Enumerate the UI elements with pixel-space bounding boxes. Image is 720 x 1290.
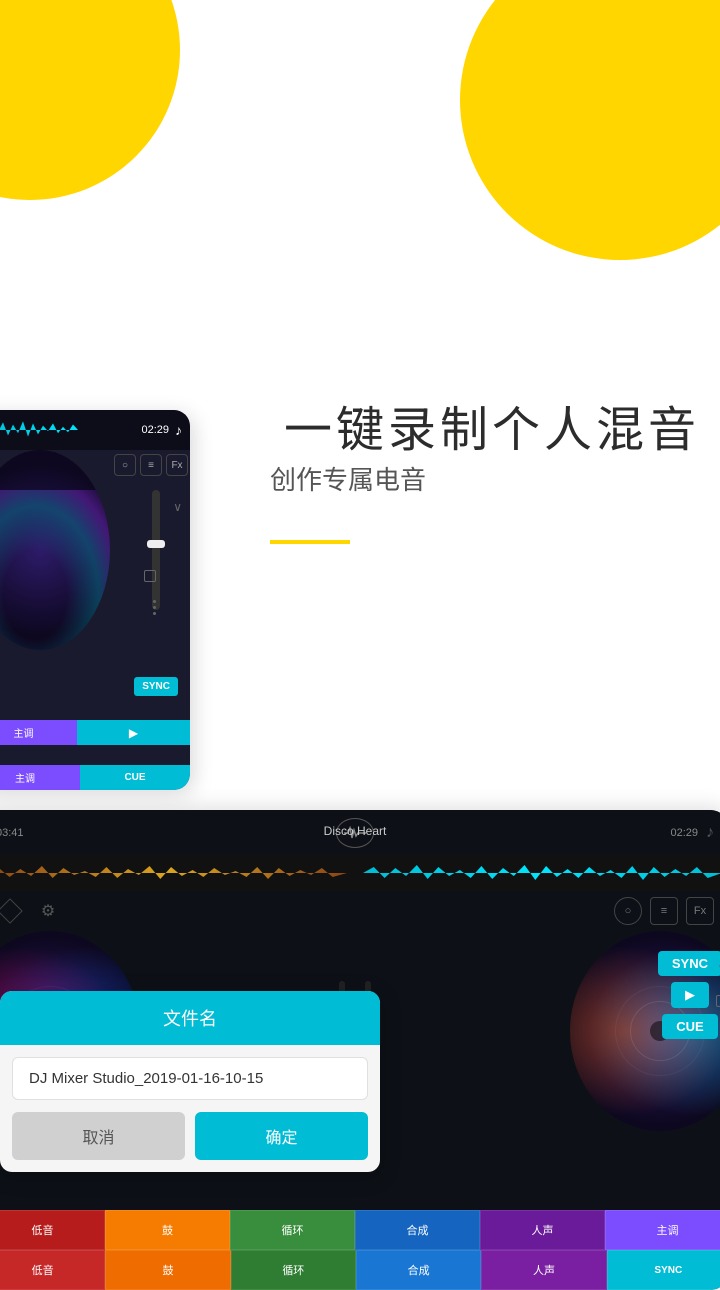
yellow-line-divider [270, 540, 350, 544]
subtitle-text: 创作专属电音 [270, 460, 426, 497]
effect-baixyin-2[interactable]: 低音 [0, 1250, 105, 1290]
device-top: 02:29 ♪ ○ ≡ Fx ∨ [0, 410, 190, 790]
controls-right-top: ○ ≡ Fx [116, 454, 186, 476]
side-handle-top [153, 600, 156, 615]
time-right-bottom: 02:29 [670, 827, 698, 839]
song-name: Disco Heart [324, 824, 387, 838]
top-blob-left [0, 0, 180, 200]
dialog-buttons: 取消 确定 [12, 1112, 368, 1160]
sync-effect-btn[interactable]: SYNC [607, 1250, 720, 1290]
dialog-title: 文件名 [0, 991, 380, 1045]
right-icons-group: ○ ≡ Fx [614, 897, 714, 925]
circle-icon-bottom[interactable]: ○ [614, 897, 642, 925]
confirm-button[interactable]: 确定 [195, 1112, 368, 1160]
effect-rensheng-2[interactable]: 人声 [481, 1250, 606, 1290]
effect-rensheng-1[interactable]: 人声 [480, 1210, 605, 1250]
bottom-controls-bar: ⚙ ○ ≡ Fx [0, 891, 720, 931]
music-note-icon-bottom: ♪ [706, 824, 714, 842]
right-effect-buttons: SYNC [607, 1250, 720, 1290]
zhudiao2-button[interactable]: 主调 [0, 765, 80, 790]
slider-thumb-top [147, 540, 165, 548]
bottom-topbar: 03:41 Disco Heart 02:29 ♪ [0, 810, 720, 855]
fx-icon-bottom[interactable]: Fx [686, 897, 714, 925]
eq-icon-bottom[interactable]: ≡ [650, 897, 678, 925]
right-edge-controls: ∨ [716, 961, 720, 1042]
volume-slider-top[interactable] [152, 490, 160, 610]
diamond-icon[interactable] [0, 897, 24, 925]
note-icon: ♪ [175, 422, 182, 438]
mixer-middle: 文件名 DJ Mixer Studio_2019-01-16-10-15 取消 … [0, 931, 720, 1151]
waveform-cyan [0, 419, 78, 441]
bottom-buttons-row1: 主调 ▶ [0, 720, 190, 745]
circle-icon-top[interactable]: ○ [114, 454, 136, 476]
device-bottom: 03:41 Disco Heart 02:29 ♪ [0, 810, 720, 1290]
effects-row-2: 低音 鼓 循环 合成 人声 SYNC [0, 1250, 720, 1290]
effect-gu-2[interactable]: 鼓 [105, 1250, 230, 1290]
effect-xunhuan-2[interactable]: 循环 [231, 1250, 356, 1290]
cancel-button[interactable]: 取消 [12, 1112, 185, 1160]
zhudiao1-button[interactable]: 主调 [0, 720, 77, 745]
turntable-top [0, 450, 110, 650]
play-button-top[interactable]: ▶ [77, 720, 190, 745]
effects-grid: 低音 鼓 循环 合成 人声 主调 低音 鼓 循环 合成 人声 SYNC [0, 1210, 720, 1290]
top-blob-right [460, 0, 720, 260]
turntable-glow [0, 490, 110, 650]
waveform-left-bottom [0, 863, 347, 883]
time-display-top: 02:29 [141, 424, 169, 436]
waveforms-bottom [0, 855, 720, 891]
square-icon-bottom[interactable] [716, 995, 720, 1007]
fx-icon-top[interactable]: Fx [166, 454, 188, 476]
waveform-top-bar: 02:29 ♪ [0, 410, 190, 450]
headline-text: 一键录制个人混音 [284, 390, 700, 460]
bottom-buttons-row2: 主调 CUE [0, 765, 190, 790]
effect-hecheng-1[interactable]: 合成 [355, 1210, 480, 1250]
square-icon-top[interactable] [144, 570, 156, 582]
cue-button-bottom[interactable]: CUE [662, 1014, 717, 1039]
eq-icon-top[interactable]: ≡ [140, 454, 162, 476]
waveform-right-bottom [363, 863, 720, 883]
effect-xunhuan-1[interactable]: 循环 [230, 1210, 355, 1250]
effect-baixyin-1[interactable]: 低音 [0, 1210, 105, 1250]
upper-section: 一键录制个人混音 创作专属电音 02:29 ♪ ○ ≡ Fx [0, 0, 720, 800]
device-bottom-inner: 03:41 Disco Heart 02:29 ♪ [0, 810, 720, 1290]
effect-hecheng-2[interactable]: 合成 [356, 1250, 481, 1290]
chevron-down-icon[interactable]: ∨ [173, 500, 182, 514]
sync-btn-container: SYNC [0, 677, 186, 700]
effects-row-1: 低音 鼓 循环 合成 人声 主调 [0, 1210, 720, 1250]
gear-icon[interactable]: ⚙ [34, 897, 62, 925]
control-icons-row: ○ ≡ Fx [114, 454, 188, 476]
dialog-overlay: 文件名 DJ Mixer Studio_2019-01-16-10-15 取消 … [0, 991, 380, 1172]
sync-button-top[interactable]: SYNC [134, 677, 178, 696]
effect-gu-1[interactable]: 鼓 [105, 1210, 230, 1250]
sync-button-bottom[interactable]: SYNC [658, 951, 720, 976]
cue-button-top[interactable]: CUE [80, 765, 190, 790]
play-button-bottom[interactable]: ▶ [671, 982, 709, 1008]
effect-zhudiao-1[interactable]: 主调 [605, 1210, 720, 1250]
time-left-bottom: 03:41 [0, 827, 24, 839]
dialog-input[interactable]: DJ Mixer Studio_2019-01-16-10-15 [12, 1057, 368, 1100]
right-buttons-column: SYNC ▶ CUE [658, 951, 720, 1039]
